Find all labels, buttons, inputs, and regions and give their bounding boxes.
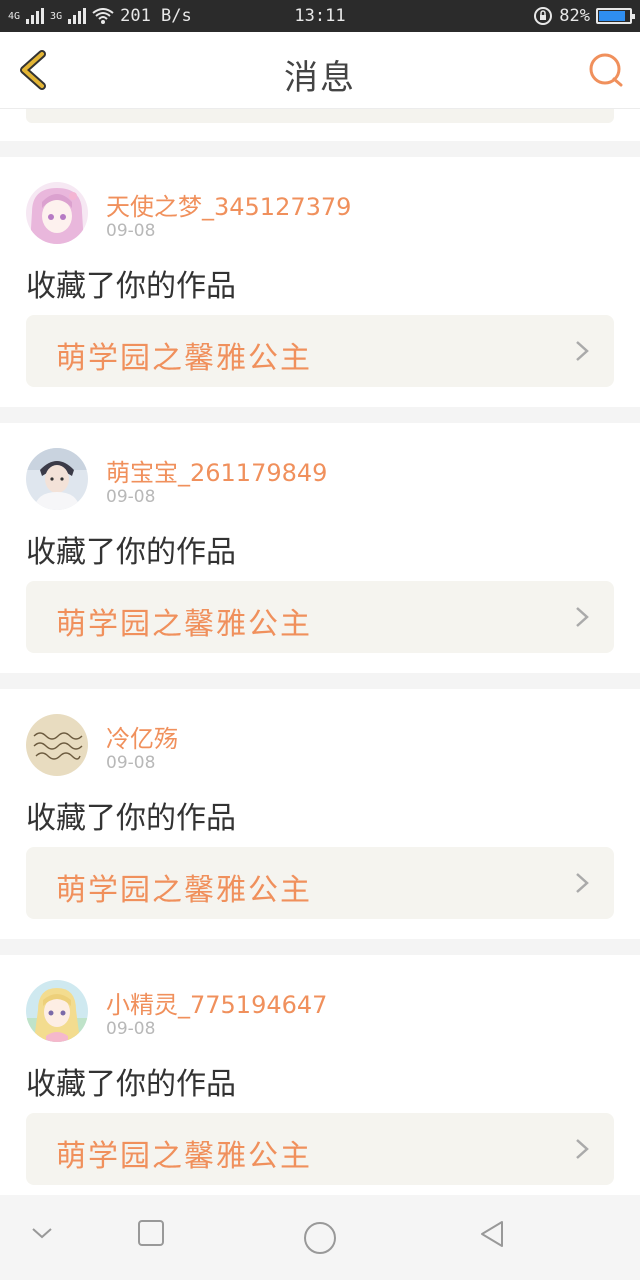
- system-nav-bar: [0, 1195, 640, 1280]
- message-date: 09-08: [106, 753, 156, 773]
- chevron-right-icon: [576, 341, 589, 361]
- collapse-chevron-icon[interactable]: [30, 1225, 54, 1241]
- work-title: 萌学园之馨雅公主: [56, 1139, 312, 1174]
- avatar[interactable]: [26, 182, 88, 244]
- message-list: 天使之梦_345127379 09-08 收藏了你的作品 萌学园之馨雅公主 萌宝…: [0, 109, 640, 1195]
- username[interactable]: 小精灵_775194647: [106, 985, 327, 1020]
- list-item: 天使之梦_345127379 09-08 收藏了你的作品 萌学园之馨雅公主: [0, 157, 640, 407]
- action-text: 收藏了你的作品: [26, 801, 236, 836]
- work-link[interactable]: 萌学园之馨雅公主: [26, 847, 614, 919]
- message-date: 09-08: [106, 1019, 156, 1039]
- back-triangle-icon[interactable]: [478, 1219, 506, 1249]
- action-text: 收藏了你的作品: [26, 535, 236, 570]
- chevron-right-icon: [576, 873, 589, 893]
- avatar[interactable]: [26, 714, 88, 776]
- message-date: 09-08: [106, 221, 156, 241]
- work-title: 萌学园之馨雅公主: [56, 607, 312, 642]
- list-item: 小精灵_775194647 09-08 收藏了你的作品 萌学园之馨雅公主: [0, 955, 640, 1195]
- username[interactable]: 天使之梦_345127379: [106, 187, 351, 222]
- chevron-right-icon: [576, 607, 589, 627]
- action-text: 收藏了你的作品: [26, 1067, 236, 1102]
- header: 消息: [0, 32, 640, 109]
- username[interactable]: 冷亿殇: [106, 719, 178, 754]
- previous-item-peek: [0, 109, 640, 141]
- avatar[interactable]: [26, 980, 88, 1042]
- work-title: 萌学园之馨雅公主: [56, 873, 312, 908]
- rotation-lock-icon: [534, 7, 553, 25]
- status-bar: 4G 3G 201 B/s 13:11 82%: [0, 0, 640, 32]
- search-icon[interactable]: [588, 52, 624, 88]
- home-icon[interactable]: [303, 1221, 337, 1255]
- work-link[interactable]: 萌学园之馨雅公主: [26, 315, 614, 387]
- recent-apps-icon[interactable]: [137, 1219, 165, 1247]
- action-text: 收藏了你的作品: [26, 269, 236, 304]
- message-date: 09-08: [106, 487, 156, 507]
- battery-percent: 82%: [559, 6, 590, 26]
- work-title: 萌学园之馨雅公主: [56, 341, 312, 376]
- battery-fill: [599, 11, 626, 21]
- work-link[interactable]: 萌学园之馨雅公主: [26, 581, 614, 653]
- work-link[interactable]: 萌学园之馨雅公主: [26, 1113, 614, 1185]
- page-title: 消息: [284, 58, 356, 98]
- list-item: 冷亿殇 09-08 收藏了你的作品 萌学园之馨雅公主: [0, 689, 640, 939]
- battery-icon: [596, 8, 635, 24]
- chevron-right-icon: [576, 1139, 589, 1159]
- list-item: 萌宝宝_261179849 09-08 收藏了你的作品 萌学园之馨雅公主: [0, 423, 640, 673]
- avatar[interactable]: [26, 448, 88, 510]
- username[interactable]: 萌宝宝_261179849: [106, 453, 327, 488]
